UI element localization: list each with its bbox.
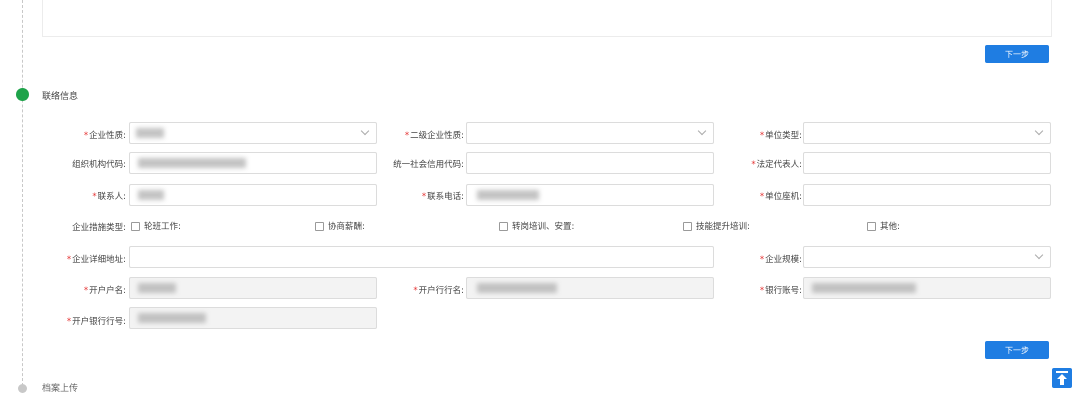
- checkbox-other[interactable]: 其他:: [867, 220, 900, 232]
- chevron-down-icon: [360, 126, 370, 136]
- section-title-archive: 档案上传: [42, 384, 79, 394]
- chevron-down-icon: [1034, 250, 1044, 260]
- input-address[interactable]: [129, 246, 714, 268]
- label-contact-phone: *联系电话:: [421, 192, 464, 202]
- select-unit-type[interactable]: [803, 122, 1051, 144]
- select-enterprise-nature[interactable]: [129, 122, 377, 144]
- checkbox-box[interactable]: [867, 221, 876, 231]
- label-bank-name: *开户行行名:: [413, 286, 464, 296]
- input-legal-rep[interactable]: [803, 152, 1051, 174]
- next-step-button-bottom[interactable]: 下一步: [985, 341, 1049, 359]
- select-secondary-nature[interactable]: [466, 122, 714, 144]
- input-unit-phone[interactable]: [803, 184, 1051, 206]
- checkbox-skill-training[interactable]: 技能提升培训:: [683, 220, 750, 232]
- section-title-contact: 联络信息: [42, 92, 79, 102]
- label-account-name: *开户户名:: [83, 286, 126, 296]
- label-contact-person: *联系人:: [92, 192, 126, 202]
- step-dot-archive: [18, 384, 27, 393]
- previous-section-panel: [42, 0, 1052, 37]
- checkbox-box[interactable]: [499, 221, 508, 231]
- input-contact-phone[interactable]: [466, 184, 714, 206]
- chevron-down-icon: [1034, 126, 1044, 136]
- label-measures: 企业措施类型:: [72, 223, 126, 233]
- label-unit-phone: *单位座机:: [759, 192, 802, 202]
- progress-timeline: [22, 0, 23, 391]
- label-scale: *企业规模:: [759, 255, 802, 265]
- label-account-no: *银行账号:: [759, 286, 802, 296]
- label-unit-type: *单位类型:: [759, 131, 802, 141]
- checkbox-box[interactable]: [131, 221, 140, 231]
- input-credit-code[interactable]: [466, 152, 714, 174]
- next-step-button-top[interactable]: 下一步: [985, 45, 1049, 63]
- back-to-top-icon[interactable]: [1052, 368, 1072, 388]
- step-dot-contact: [16, 88, 29, 101]
- label-legal-rep: *法定代表人:: [751, 160, 802, 170]
- label-enterprise-nature: *企业性质:: [83, 131, 126, 141]
- input-org-code[interactable]: [129, 152, 377, 174]
- label-address: *企业详细地址:: [66, 255, 126, 265]
- input-bank-code[interactable]: [129, 307, 377, 329]
- input-account-no[interactable]: [803, 277, 1051, 299]
- input-bank-name[interactable]: [466, 277, 714, 299]
- checkbox-box[interactable]: [683, 221, 692, 231]
- checkbox-shift-work[interactable]: 轮班工作:: [131, 220, 181, 232]
- chevron-down-icon: [697, 126, 707, 136]
- label-secondary-nature: *二级企业性质:: [404, 131, 464, 141]
- checkbox-negotiate-pay[interactable]: 协商薪酬:: [315, 220, 365, 232]
- checkbox-box[interactable]: [315, 221, 324, 231]
- select-scale[interactable]: [803, 246, 1051, 268]
- input-account-name[interactable]: [129, 277, 377, 299]
- label-org-code: 组织机构代码:: [72, 160, 126, 170]
- label-bank-code: *开户银行行号:: [66, 317, 126, 327]
- input-contact-person[interactable]: [129, 184, 377, 206]
- label-credit-code: 统一社会信用代码:: [393, 160, 464, 170]
- checkbox-transfer-training[interactable]: 转岗培训、安置:: [499, 220, 574, 232]
